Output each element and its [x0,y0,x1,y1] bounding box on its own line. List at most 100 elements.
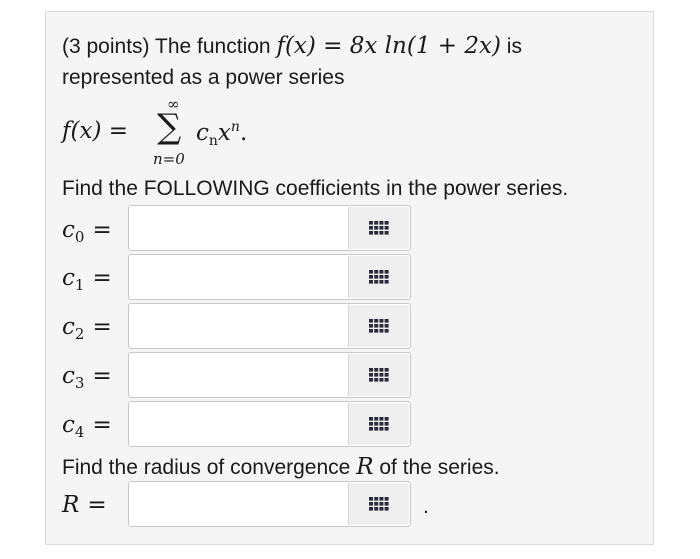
keypad-grid-cell [379,497,384,501]
keypad-grid-cell [374,319,379,323]
keypad-grid-cell [384,231,389,235]
keypad-grid-cell [379,422,384,426]
keypad-grid-cell [369,280,373,284]
keypad-grid-cell [379,231,384,235]
answer-input-c3[interactable] [129,353,349,397]
intro-line-2: represented as a power series [62,66,345,89]
keypad-button[interactable] [348,256,409,298]
trailing-period: . [423,495,429,518]
keypad-grid-cell [384,270,389,274]
keypad-grid-cell [379,226,384,230]
intro-end-text: is [506,35,522,58]
keypad-grid-cell [374,270,379,274]
keypad-grid-icon [369,221,389,235]
answer-field-radius[interactable] [128,481,411,527]
keypad-grid-cell [369,378,373,382]
keypad-grid-cell [374,275,379,279]
keypad-grid-icon [369,270,389,284]
coefficients-instruction: Find the FOLLOWING coefficients in the p… [62,177,569,200]
keypad-grid-cell [369,270,373,274]
answer-field-c0[interactable] [128,205,411,251]
keypad-grid-cell [379,378,384,382]
answer-field-c3[interactable] [128,352,411,398]
keypad-grid-cell [374,368,379,372]
keypad-button[interactable] [348,483,409,525]
keypad-grid-cell [374,231,379,235]
points-label: (3 points) [62,35,150,58]
keypad-grid-cell [384,319,389,323]
answer-field-c1[interactable] [128,254,411,300]
keypad-grid-cell [379,417,384,421]
keypad-grid-cell [384,507,389,511]
keypad-button[interactable] [348,354,409,396]
keypad-grid-cell [379,502,384,506]
keypad-grid-cell [384,502,389,506]
keypad-grid-cell [379,221,384,225]
answer-field-c2[interactable] [128,303,411,349]
keypad-grid-cell [369,507,373,511]
keypad-grid-cell [369,422,373,426]
keypad-button[interactable] [348,403,409,445]
keypad-grid-cell [379,270,384,274]
radius-symbol: R [356,454,374,480]
keypad-grid-cell [379,280,384,284]
keypad-grid-cell [369,497,373,501]
answer-label-c2: c2 = [62,314,112,343]
keypad-grid-cell [384,226,389,230]
keypad-grid-cell [374,329,379,333]
keypad-grid-cell [374,226,379,230]
series-lhs: f(x) = [62,118,129,144]
keypad-grid-cell [374,221,379,225]
keypad-button[interactable] [348,207,409,249]
answer-input-c4[interactable] [129,402,349,446]
keypad-grid-icon [369,417,389,431]
keypad-grid-cell [374,497,379,501]
keypad-button[interactable] [348,305,409,347]
keypad-grid-cell [374,427,379,431]
keypad-grid-cell [384,422,389,426]
keypad-grid-cell [374,417,379,421]
keypad-grid-cell [369,373,373,377]
keypad-grid-cell [384,368,389,372]
keypad-grid-icon [369,319,389,333]
keypad-grid-cell [384,497,389,501]
keypad-grid-cell [369,231,373,235]
keypad-grid-cell [369,427,373,431]
keypad-grid-cell [369,417,373,421]
answer-field-c4[interactable] [128,401,411,447]
keypad-grid-cell [384,329,389,333]
keypad-grid-cell [369,368,373,372]
answer-input-c1[interactable] [129,255,349,299]
keypad-grid-cell [374,422,379,426]
keypad-grid-cell [384,280,389,284]
keypad-grid-cell [374,280,379,284]
answer-label-c4: c4 = [62,412,112,441]
keypad-grid-icon [369,368,389,382]
intro-text: The function [155,35,271,58]
keypad-grid-cell [369,221,373,225]
keypad-grid-cell [384,275,389,279]
keypad-grid-cell [384,417,389,421]
keypad-grid-cell [384,373,389,377]
keypad-grid-cell [384,427,389,431]
problem-intro-line: (3 points) The function f(x) = 8x ln(1 +… [62,35,522,58]
keypad-grid-cell [384,221,389,225]
keypad-grid-cell [369,502,373,506]
answer-label-c0: c0 = [62,217,112,246]
answer-input-radius[interactable] [129,482,349,526]
keypad-grid-cell [369,329,373,333]
keypad-grid-cell [384,324,389,328]
radius-instruction: Find the radius of convergence R of the … [62,454,500,480]
series-term: cnxn. [196,119,248,149]
answer-input-c0[interactable] [129,206,349,250]
keypad-grid-cell [379,427,384,431]
sigma-lower-limit: n=0 [153,150,185,168]
answer-input-c2[interactable] [129,304,349,348]
keypad-grid-cell [379,373,384,377]
answer-label-c3: c3 = [62,363,112,392]
keypad-grid-cell [379,275,384,279]
keypad-grid-cell [379,368,384,372]
keypad-grid-cell [374,373,379,377]
function-expression: f(x) = 8x ln(1 + 2x) [276,33,501,59]
keypad-grid-cell [369,324,373,328]
